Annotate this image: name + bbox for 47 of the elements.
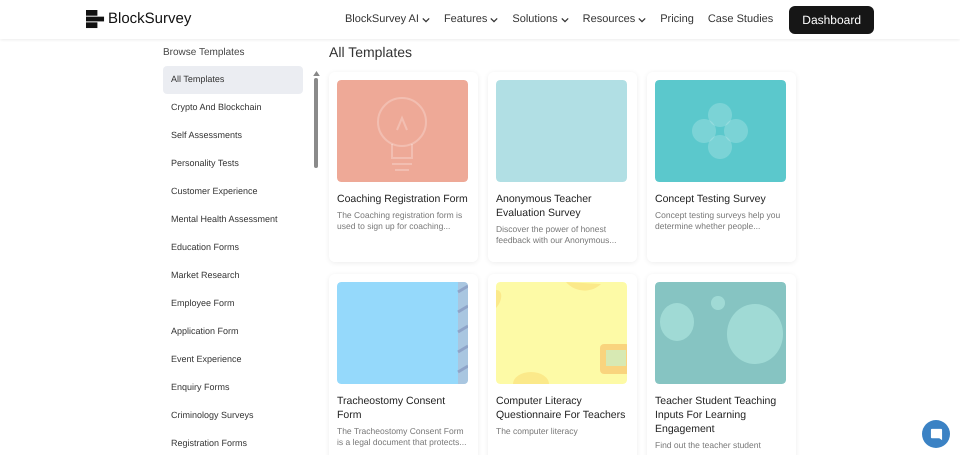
sidebar-title: Browse Templates [163, 46, 246, 60]
nav-link[interactable]: Pricing [660, 11, 694, 28]
card-description: The Tracheostomy Consent Form is a legal document that protects... [337, 426, 468, 448]
nav-link[interactable]: BlockSurvey AI [344, 11, 430, 28]
category-item[interactable]: Crypto And Blockchain [163, 94, 303, 122]
category-item[interactable]: Mental Health Assessment [163, 206, 303, 234]
nav-link[interactable]: Resources [582, 11, 646, 28]
card-title: Coaching Registration Form [337, 192, 469, 206]
card-title: Teacher Student Teaching Inputs For Learning Engagement [655, 394, 778, 436]
chat-icon [930, 428, 942, 440]
category-item[interactable]: Customer Experience [163, 178, 303, 206]
category-item[interactable]: Event Experience [163, 346, 303, 374]
category-item[interactable]: Application Form [163, 318, 303, 346]
card-title: Anonymous Teacher Evaluation Survey [496, 192, 593, 220]
logo-text: BlockSurvey [108, 9, 192, 30]
category-item[interactable]: Personality Tests [163, 150, 303, 178]
card-title: Computer Literacy Questionnaire For Teachers [496, 394, 626, 422]
scrollbar-thumb[interactable] [314, 78, 318, 168]
template-card[interactable]: Teacher Student Teaching Inputs For Learning Engagement Find out the teacher student [647, 274, 796, 455]
category-item[interactable]: Market Research [163, 262, 303, 290]
card-description: The Coaching registration form is used to sign up for coaching... [337, 210, 464, 232]
template-card[interactable]: Anonymous Teacher Evaluation Survey Discover the power of honest feedback with our Anonymous... [488, 72, 637, 262]
nav-link[interactable]: Features [444, 11, 498, 28]
card-description: The computer literacy [496, 426, 579, 437]
template-card[interactable]: Tracheostomy Consent Form The Tracheostomy Consent Form is a legal document that protects... [329, 274, 478, 455]
card-description: Find out the teacher student [655, 440, 762, 451]
category-item[interactable]: Education Forms [163, 234, 303, 262]
nav-link[interactable]: Solutions [512, 11, 569, 28]
nav-link[interactable]: Case Studies [708, 11, 774, 28]
category-item[interactable]: Enquiry Forms [163, 374, 303, 402]
card-title: Tracheostomy Consent Form [337, 394, 446, 422]
chat-button[interactable] [922, 420, 950, 448]
category-item[interactable]: All Templates [163, 66, 303, 94]
category-item[interactable]: Self Assessments [163, 122, 303, 150]
dashboard-button[interactable]: Dashboard [789, 6, 874, 34]
scroll-up-icon [312, 71, 320, 76]
card-description: Concept testing surveys help you determine whether people... [655, 210, 782, 232]
category-item[interactable]: Criminology Surveys [163, 402, 303, 430]
template-card[interactable]: Concept Testing Survey Concept testing surveys help you determine whether people... [647, 72, 796, 262]
category-item[interactable]: Registration Forms [163, 430, 303, 455]
card-description: Discover the power of honest feedback with our Anonymous... [496, 224, 618, 246]
logo-icon [86, 10, 105, 29]
category-item[interactable]: Employee Form [163, 290, 303, 318]
page-title: All Templates [329, 43, 414, 62]
card-title: Concept Testing Survey [655, 192, 767, 206]
template-card[interactable]: Coaching Registration Form The Coaching registration form is used to sign up for coaching... [329, 72, 478, 262]
template-card[interactable]: Computer Literacy Questionnaire For Teachers The computer literacy [488, 274, 637, 455]
